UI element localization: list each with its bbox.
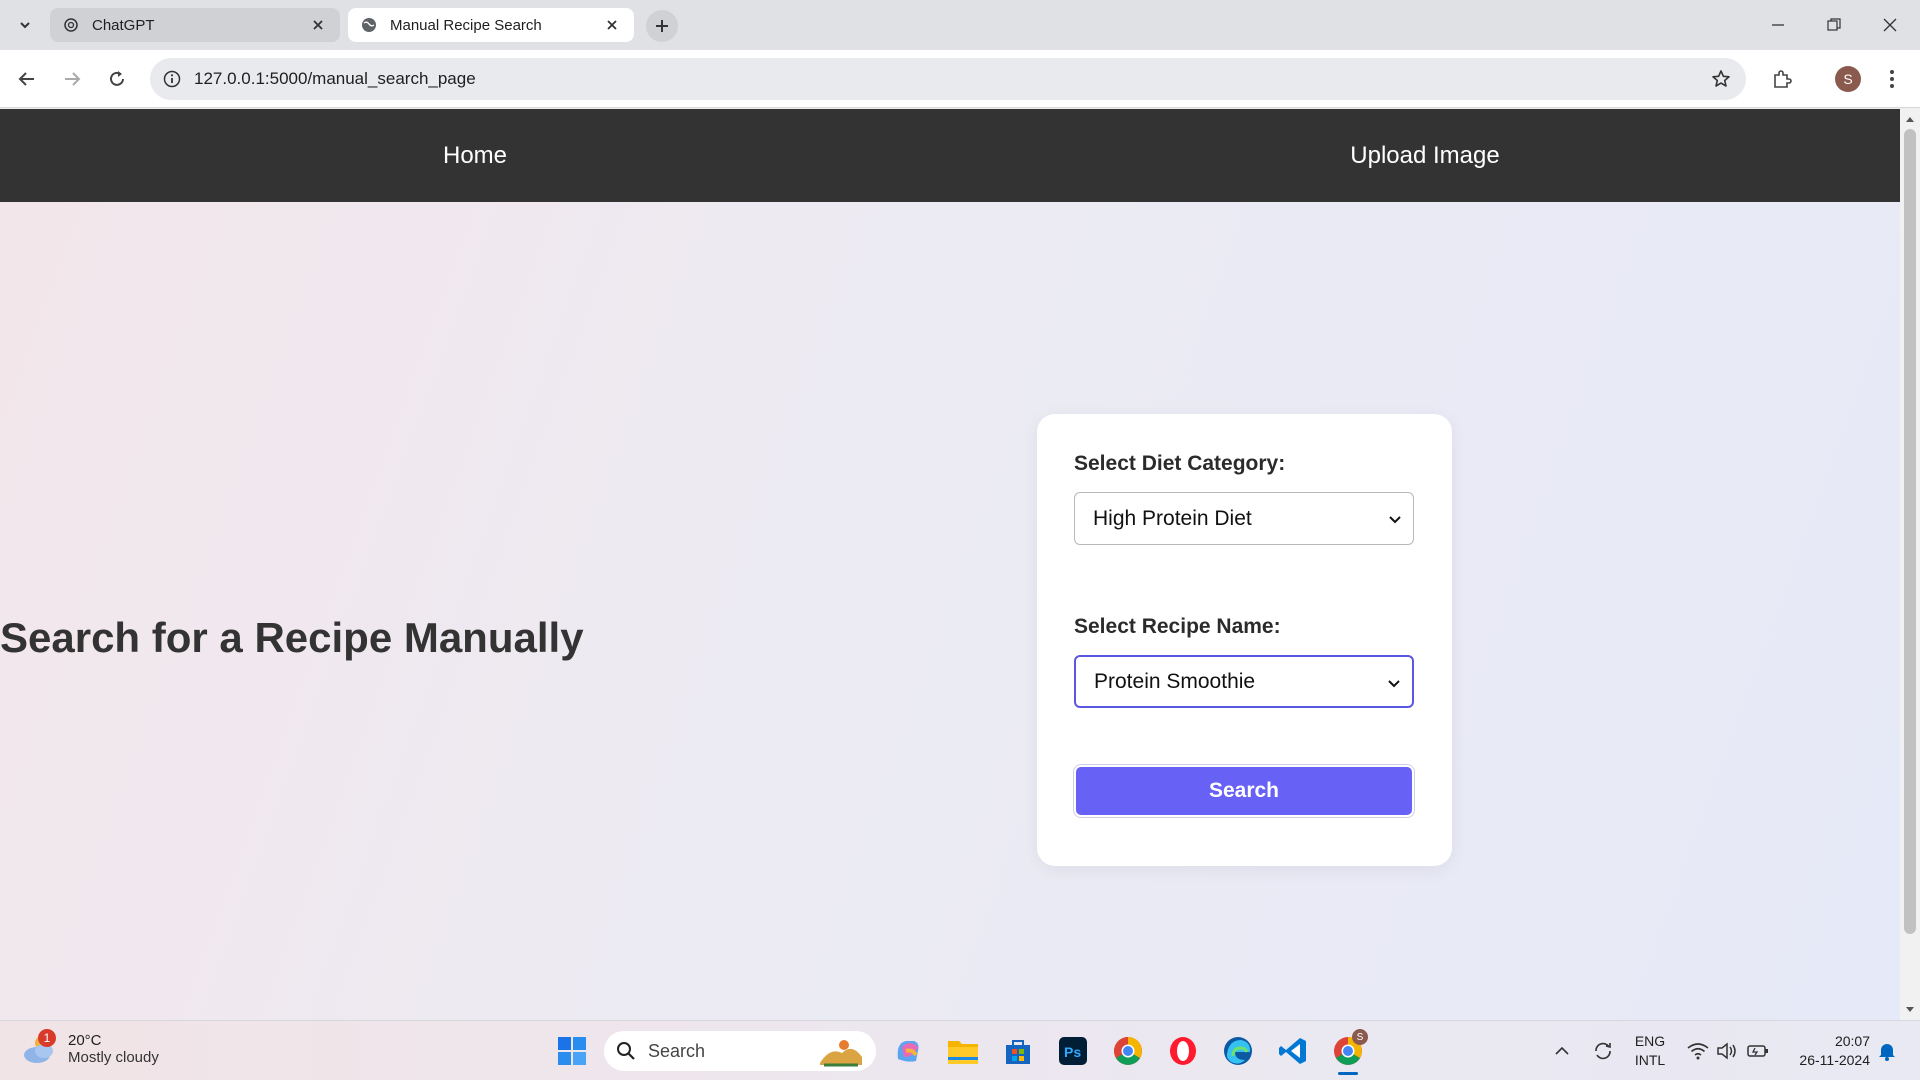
bookmark-star-icon[interactable]	[1710, 68, 1732, 90]
site-navbar: Home Upload Image	[0, 109, 1900, 202]
recipe-name-select[interactable]: Protein Smoothie	[1074, 655, 1414, 708]
diet-category-label: Select Diet Category:	[1074, 452, 1286, 475]
browser-tab-strip: ChatGPT Manual Recipe Search	[0, 0, 1920, 50]
globe-icon	[360, 16, 378, 34]
battery-icon[interactable]	[1744, 1031, 1772, 1071]
chevron-down-icon	[1389, 516, 1401, 524]
svg-text:Ps: Ps	[1064, 1044, 1081, 1060]
file-explorer-folder-icon[interactable]	[943, 1031, 983, 1071]
tab-chatgpt[interactable]: ChatGPT	[50, 8, 340, 42]
clock-time: 20:07	[1834, 1033, 1870, 1049]
nav-link-upload-image[interactable]: Upload Image	[950, 109, 1900, 202]
scrollbar-thumb[interactable]	[1904, 129, 1916, 934]
search-icon	[617, 1042, 635, 1060]
page-title: Search for a Recipe Manually	[0, 614, 584, 661]
reload-icon[interactable]	[101, 63, 133, 95]
scroll-down-arrow-icon[interactable]	[1904, 1004, 1916, 1016]
windows-taskbar: 1 20°C Mostly cloudy Search Ps S ENG INT…	[0, 1020, 1920, 1080]
chatgpt-icon	[62, 16, 80, 34]
copilot-icon[interactable]	[888, 1031, 928, 1071]
weather-widget[interactable]: 1 20°C Mostly cloudy	[20, 1029, 159, 1069]
clock-date: 26-11-2024	[1799, 1052, 1870, 1068]
search-button[interactable]: Search	[1074, 765, 1414, 817]
volume-icon[interactable]	[1714, 1031, 1740, 1071]
taskbar-clock[interactable]: 20:07 26-11-2024	[1780, 1032, 1870, 1070]
notification-bell-icon[interactable]	[1874, 1031, 1900, 1071]
notification-badge: 1	[38, 1029, 56, 1047]
diet-category-select[interactable]: High Protein Diet	[1074, 492, 1414, 545]
back-arrow-icon[interactable]	[11, 63, 43, 95]
browser-menu-icon[interactable]	[1876, 63, 1908, 95]
photoshop-icon[interactable]: Ps	[1053, 1031, 1093, 1071]
weather-temperature: 20°C	[68, 1032, 102, 1049]
windows-start-icon[interactable]	[552, 1031, 592, 1071]
close-tab-icon[interactable]	[308, 15, 328, 35]
minimize-icon[interactable]	[1750, 0, 1806, 50]
weather-condition: Mostly cloudy	[68, 1049, 159, 1066]
browser-toolbar: 127.0.0.1:5000/manual_search_page S	[0, 50, 1920, 108]
taskbar-search-box[interactable]: Search	[604, 1031, 876, 1071]
close-tab-icon[interactable]	[602, 15, 622, 35]
profile-avatar[interactable]: S	[1832, 63, 1864, 95]
sync-icon[interactable]	[1588, 1031, 1618, 1071]
restore-icon[interactable]	[1806, 0, 1862, 50]
taskbar-search-placeholder: Search	[648, 1040, 706, 1061]
diet-category-value: High Protein Diet	[1093, 506, 1252, 530]
cloudy-weather-icon: 1	[20, 1029, 60, 1069]
chrome-profile-badge: S	[1352, 1029, 1368, 1045]
active-app-indicator	[1338, 1072, 1358, 1075]
chrome-profile-icon[interactable]: S	[1328, 1029, 1368, 1075]
search-form-card: Select Diet Category: High Protein Diet …	[1037, 414, 1452, 866]
tab-title: ChatGPT	[92, 16, 155, 34]
nav-link-home[interactable]: Home	[0, 109, 950, 202]
url-text: 127.0.0.1:5000/manual_search_page	[194, 69, 476, 88]
opera-icon[interactable]	[1163, 1031, 1203, 1071]
recipe-name-value: Protein Smoothie	[1094, 669, 1256, 693]
address-bar[interactable]: 127.0.0.1:5000/manual_search_page	[150, 58, 1746, 100]
site-info-icon[interactable]	[150, 58, 194, 100]
tab-manual-recipe-search[interactable]: Manual Recipe Search	[348, 8, 634, 42]
extensions-puzzle-icon[interactable]	[1766, 63, 1798, 95]
input-language-indicator[interactable]: ENG INTL	[1628, 1032, 1672, 1070]
vscode-icon[interactable]	[1273, 1031, 1313, 1071]
show-hidden-icons-chevron-icon[interactable]	[1550, 1031, 1574, 1071]
search-highlight-image-icon	[820, 1040, 862, 1067]
wifi-icon[interactable]	[1684, 1031, 1712, 1071]
chrome-icon[interactable]	[1108, 1031, 1148, 1071]
tab-search-chevron-icon[interactable]	[10, 10, 40, 40]
page-viewport: Home Upload Image Search for a Recipe Ma…	[0, 109, 1900, 1020]
tab-title: Manual Recipe Search	[390, 16, 542, 34]
scroll-up-arrow-icon[interactable]	[1904, 113, 1916, 125]
microsoft-store-icon[interactable]	[998, 1031, 1038, 1071]
close-window-icon[interactable]	[1862, 0, 1918, 50]
recipe-name-label: Select Recipe Name:	[1074, 615, 1281, 638]
new-tab-plus-icon[interactable]	[646, 10, 678, 42]
edge-icon[interactable]	[1218, 1031, 1258, 1071]
chevron-down-icon	[1388, 680, 1400, 688]
page-scrollbar[interactable]	[1900, 109, 1920, 1020]
forward-arrow-icon[interactable]	[56, 63, 88, 95]
